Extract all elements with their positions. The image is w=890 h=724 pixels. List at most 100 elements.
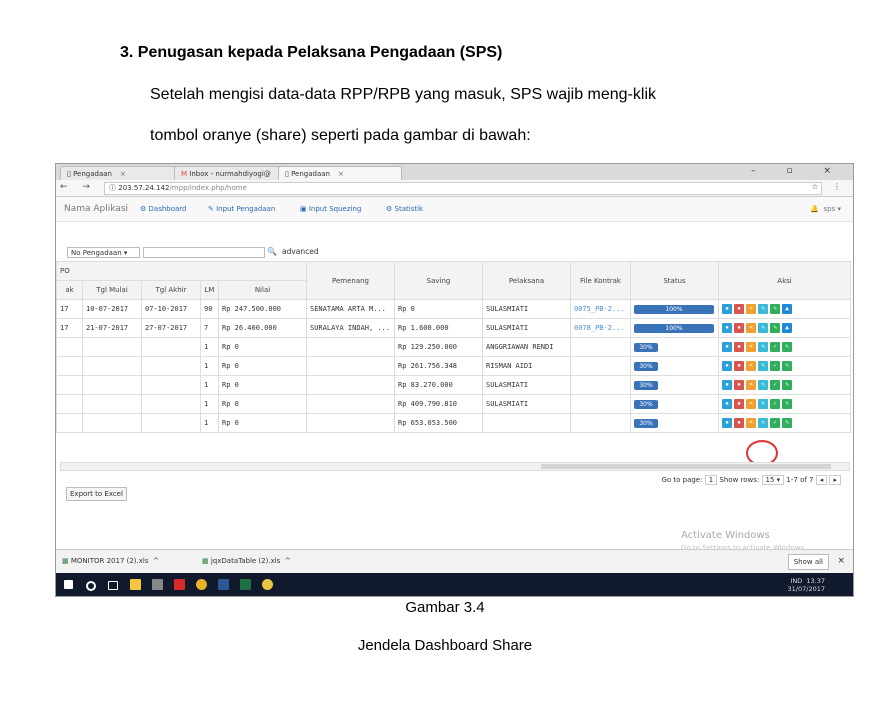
next-page-button[interactable]: ▸ bbox=[829, 475, 841, 485]
share-icon[interactable]: < bbox=[746, 323, 756, 333]
col-header-file-kontrak[interactable]: File Kontrak bbox=[570, 261, 631, 300]
filter-input[interactable] bbox=[143, 247, 265, 258]
horizontal-scrollbar[interactable] bbox=[60, 462, 850, 471]
edit-icon[interactable]: ✎ bbox=[758, 418, 768, 428]
tab-pengadaan-1[interactable]: ▯ Pengadaan × bbox=[60, 166, 184, 181]
delete-icon[interactable]: ▪ bbox=[734, 323, 744, 333]
pdf-reader-icon[interactable] bbox=[174, 579, 185, 590]
download-item-2[interactable]: ▦ jqxDataTable (2).xls ^ bbox=[202, 557, 291, 565]
col-header-pelaksana[interactable]: Pelaksana bbox=[482, 261, 571, 300]
check-icon[interactable]: ✓ bbox=[770, 361, 780, 371]
edit-icon[interactable]: ✎ bbox=[758, 361, 768, 371]
col-header-pemenang[interactable]: Pemenang bbox=[306, 261, 395, 300]
col-header-status[interactable]: Status bbox=[630, 261, 719, 300]
rows-select[interactable]: 15 ▾ bbox=[761, 475, 785, 485]
task-view-icon[interactable] bbox=[108, 581, 118, 590]
delete-icon[interactable]: ▪ bbox=[734, 304, 744, 314]
windows-start-icon[interactable] bbox=[64, 580, 73, 589]
nav-statistik[interactable]: ⚙ Statistik bbox=[386, 205, 423, 213]
user-menu[interactable]: 🔔 sps ▾ bbox=[810, 205, 841, 213]
edit-icon[interactable]: ✎ bbox=[782, 361, 792, 371]
tab-pengadaan-2[interactable]: ▯ Pengadaan × bbox=[278, 166, 402, 181]
chrome-icon[interactable] bbox=[196, 579, 207, 590]
edit-icon[interactable]: ✎ bbox=[782, 380, 792, 390]
cell-akhir bbox=[141, 394, 201, 414]
col-header-tgl-mulai[interactable]: Tgl Mulai bbox=[82, 280, 142, 300]
check-icon[interactable]: ✓ bbox=[770, 342, 780, 352]
delete-icon[interactable]: ▪ bbox=[734, 418, 744, 428]
share-icon[interactable]: < bbox=[746, 361, 756, 371]
view-icon[interactable]: ▪ bbox=[722, 361, 732, 371]
delete-icon[interactable]: ▪ bbox=[734, 380, 744, 390]
calculator-icon[interactable] bbox=[152, 579, 163, 590]
download-item-1[interactable]: ▦ MONITOR 2017 (2).xls ^ bbox=[62, 557, 159, 565]
cell-file[interactable] bbox=[570, 413, 631, 433]
advanced-link[interactable]: advanced bbox=[282, 247, 319, 256]
view-icon[interactable]: ▪ bbox=[722, 342, 732, 352]
file-explorer-icon[interactable] bbox=[130, 579, 141, 590]
check-icon[interactable]: ✓ bbox=[770, 380, 780, 390]
view-icon[interactable]: ▪ bbox=[722, 399, 732, 409]
delete-icon[interactable]: ▪ bbox=[734, 361, 744, 371]
cell-file[interactable] bbox=[570, 356, 631, 376]
share-icon[interactable]: < bbox=[746, 304, 756, 314]
scrollbar-thumb[interactable] bbox=[541, 464, 831, 469]
system-tray[interactable]: IND 13.37 31/07/2017 bbox=[788, 577, 825, 593]
edit-icon[interactable]: ✎ bbox=[770, 323, 780, 333]
nav-dashboard[interactable]: ⚙ Dashboard bbox=[140, 205, 187, 213]
edit-icon[interactable]: ✎ bbox=[770, 304, 780, 314]
edit-icon[interactable]: ✎ bbox=[782, 418, 792, 428]
cell-file[interactable]: 0075_PB-2... bbox=[570, 299, 631, 319]
excel-icon[interactable] bbox=[240, 579, 251, 590]
user-icon[interactable]: ▲ bbox=[782, 304, 792, 314]
col-header-nilai[interactable]: Nilai bbox=[218, 280, 307, 300]
user-icon[interactable]: ▲ bbox=[782, 323, 792, 333]
check-icon[interactable]: ✓ bbox=[770, 399, 780, 409]
col-header-saving[interactable]: Saving bbox=[394, 261, 483, 300]
view-icon[interactable]: ▪ bbox=[722, 323, 732, 333]
show-all-button[interactable]: Show all bbox=[787, 554, 829, 570]
check-icon[interactable]: ✓ bbox=[770, 418, 780, 428]
url-field[interactable]: ⓘ 203.57.24.142/mpp/index.php/home bbox=[104, 182, 822, 195]
close-icon[interactable]: × bbox=[837, 556, 845, 566]
edit-icon[interactable]: ✎ bbox=[758, 380, 768, 390]
tab-inbox[interactable]: M Inbox - nurmahdiyogi@× bbox=[174, 166, 288, 181]
window-controls[interactable]: – ▫ × bbox=[751, 166, 845, 176]
cell-file[interactable]: 0078_PB-2... bbox=[570, 318, 631, 338]
view-icon[interactable]: ▪ bbox=[722, 418, 732, 428]
edit-icon[interactable]: ✎ bbox=[758, 323, 768, 333]
view-icon[interactable]: ▪ bbox=[722, 304, 732, 314]
edit-icon[interactable]: ✎ bbox=[782, 399, 792, 409]
nav-input-squezing[interactable]: ▣ Input Squezing bbox=[300, 205, 361, 213]
export-excel-button[interactable]: Export to Excel bbox=[66, 487, 127, 501]
edit-icon[interactable]: ✎ bbox=[758, 399, 768, 409]
share-icon[interactable]: < bbox=[746, 418, 756, 428]
nav-input-pengadaan[interactable]: ✎ Input Pengadaan bbox=[208, 205, 275, 213]
col-header-ak[interactable]: ak bbox=[56, 280, 83, 300]
cell-file[interactable] bbox=[570, 375, 631, 395]
prev-page-button[interactable]: ◂ bbox=[815, 475, 828, 485]
delete-icon[interactable]: ▪ bbox=[734, 399, 744, 409]
share-icon[interactable]: < bbox=[746, 342, 756, 352]
search-icon[interactable]: 🔍 bbox=[267, 247, 277, 256]
delete-icon[interactable]: ▪ bbox=[734, 342, 744, 352]
share-icon[interactable]: < bbox=[746, 399, 756, 409]
cell-file[interactable] bbox=[570, 394, 631, 414]
col-header-tgl-akhir[interactable]: Tgl Akhir bbox=[141, 280, 201, 300]
edit-icon[interactable]: ✎ bbox=[758, 304, 768, 314]
edit-icon[interactable]: ✎ bbox=[782, 342, 792, 352]
edit-icon[interactable]: ✎ bbox=[758, 342, 768, 352]
close-icon[interactable]: × bbox=[338, 170, 344, 178]
app-icon[interactable] bbox=[262, 579, 273, 590]
cell-saving: Rp 409.790.810 bbox=[394, 394, 483, 414]
share-icon[interactable]: < bbox=[746, 380, 756, 390]
browser-menu-icons[interactable]: ☆ ⋮ bbox=[811, 182, 847, 191]
view-icon[interactable]: ▪ bbox=[722, 380, 732, 390]
word-icon[interactable] bbox=[218, 579, 229, 590]
page-input[interactable]: 1 bbox=[704, 475, 718, 485]
close-icon[interactable]: × bbox=[120, 170, 126, 178]
cell-file[interactable] bbox=[570, 337, 631, 357]
filter-select[interactable]: No Pengadaan ▾ bbox=[67, 247, 140, 258]
search-icon[interactable] bbox=[86, 581, 96, 591]
col-header-lm[interactable]: LM bbox=[200, 280, 219, 300]
